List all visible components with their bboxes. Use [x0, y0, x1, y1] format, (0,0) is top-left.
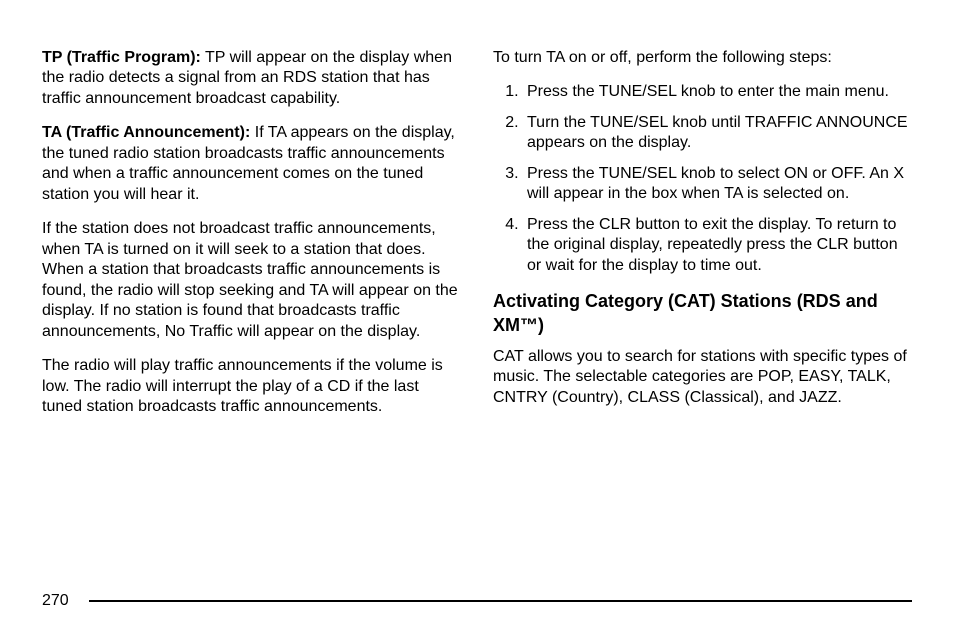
- left-column: TP (Traffic Program): TP will appear on …: [42, 48, 461, 432]
- tp-label: TP (Traffic Program):: [42, 49, 201, 66]
- steps-list: Press the TUNE/SEL knob to enter the mai…: [493, 82, 912, 276]
- paragraph-4: The radio will play traffic announcement…: [42, 356, 461, 417]
- paragraph-3: If the station does not broadcast traffi…: [42, 219, 461, 342]
- step-item: Press the TUNE/SEL knob to enter the mai…: [523, 82, 912, 102]
- steps-intro: To turn TA on or off, perform the follow…: [493, 48, 912, 68]
- cat-paragraph: CAT allows you to search for stations wi…: [493, 347, 912, 408]
- page-content: TP (Traffic Program): TP will appear on …: [0, 0, 954, 432]
- ta-label: TA (Traffic Announcement):: [42, 124, 250, 141]
- ta-paragraph: TA (Traffic Announcement): If TA appears…: [42, 123, 461, 205]
- page-number: 270: [42, 592, 69, 610]
- step-item: Turn the TUNE/SEL knob until TRAFFIC ANN…: [523, 113, 912, 154]
- step-item: Press the CLR button to exit the display…: [523, 215, 912, 276]
- tp-paragraph: TP (Traffic Program): TP will appear on …: [42, 48, 461, 109]
- right-column: To turn TA on or off, perform the follow…: [493, 48, 912, 432]
- footer-rule: [89, 600, 912, 602]
- step-item: Press the TUNE/SEL knob to select ON or …: [523, 164, 912, 205]
- section-heading: Activating Category (CAT) Stations (RDS …: [493, 290, 912, 337]
- page-footer: 270: [42, 592, 912, 610]
